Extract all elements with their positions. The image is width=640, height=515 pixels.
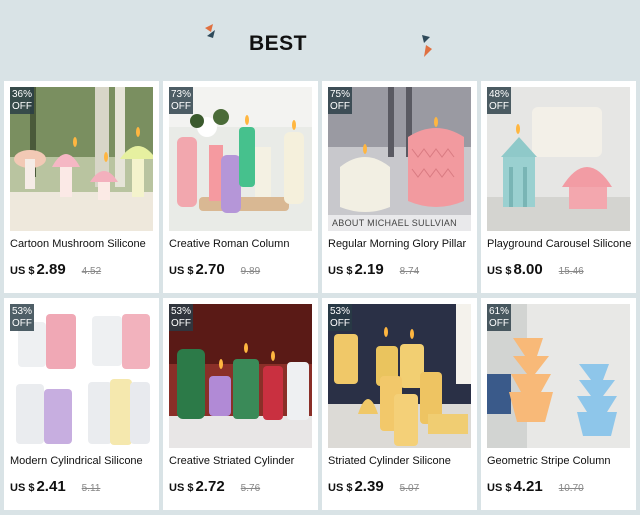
original-price: 8.74 — [399, 266, 420, 277]
currency-label: US $ — [328, 482, 353, 494]
product-card[interactable]: 75% OFF ABOUT MICHAEL SULLVIAN Regular Mo… — [322, 81, 477, 293]
currency-label: US $ — [169, 265, 194, 277]
price-row: US $ 2.89 4.52 — [10, 261, 153, 278]
product-image[interactable]: 53% OFF — [328, 304, 471, 448]
product-card[interactable]: 61% OFF Geometric Stripe Column US $ 4.21… — [481, 298, 636, 510]
currency-label: US $ — [169, 482, 194, 494]
product-card[interactable]: 53% OFF Striated Cylinder Silicone US $ 2… — [322, 298, 477, 510]
currency-label: US $ — [487, 482, 512, 494]
discount-badge: 61% OFF — [487, 304, 511, 331]
product-image[interactable]: 53% OFF — [169, 304, 312, 448]
original-price: 5.07 — [399, 483, 420, 494]
product-card[interactable]: 53% OFF Creative Striated Cylinder US $ 2… — [163, 298, 318, 510]
product-image[interactable]: 73% OFF — [169, 87, 312, 231]
product-name[interactable]: Creative Striated Cylinder — [169, 455, 314, 467]
discount-badge: 48% OFF — [487, 87, 511, 114]
discount-badge: 53% OFF — [169, 304, 193, 331]
product-name[interactable]: Modern Cylindrical Silicone — [10, 455, 155, 467]
product-name[interactable]: Playground Carousel Silicone — [487, 238, 632, 250]
price-row: US $ 4.21 10.70 — [487, 478, 630, 495]
original-price: 5.76 — [240, 483, 261, 494]
page-title: BEST — [248, 32, 307, 55]
discount-badge: 53% OFF — [328, 304, 352, 331]
price-row: US $ 2.41 5.11 — [10, 478, 153, 495]
original-price: 9.89 — [240, 266, 261, 277]
product-card[interactable]: 53% OFF Modern Cylindrical Silicone US $ … — [4, 298, 159, 510]
original-price: 5.11 — [81, 483, 101, 494]
discount-badge: 36% OFF — [10, 87, 34, 114]
sale-price: 2.41 — [36, 478, 66, 495]
product-card[interactable]: 73% OFF Creative Roman Column US $ 2.70 9… — [163, 81, 318, 293]
original-price: 10.70 — [558, 483, 584, 494]
discount-badge: 53% OFF — [10, 304, 34, 331]
sale-price: 2.70 — [195, 261, 225, 278]
product-image[interactable]: 53% OFF — [10, 304, 153, 448]
sale-price: 4.21 — [513, 478, 543, 495]
product-image[interactable]: 48% OFF — [487, 87, 630, 231]
price-row: US $ 2.72 5.76 — [169, 478, 312, 495]
product-image[interactable]: 75% OFF ABOUT MICHAEL SULLVIAN — [328, 87, 471, 231]
product-name[interactable]: Striated Cylinder Silicone — [328, 455, 473, 467]
product-grid: 36% OFF Cartoon Mushroom Silicone US $ 2.… — [4, 81, 640, 510]
product-name[interactable]: Cartoon Mushroom Silicone — [10, 238, 155, 250]
product-image[interactable]: 61% OFF — [487, 304, 630, 448]
price-row: US $ 2.19 8.74 — [328, 261, 471, 278]
sale-price: 8.00 — [513, 261, 543, 278]
currency-label: US $ — [487, 265, 512, 277]
product-image[interactable]: 36% OFF — [10, 87, 153, 231]
sale-price: 2.39 — [354, 478, 384, 495]
sale-price: 2.19 — [354, 261, 384, 278]
price-row: US $ 2.39 5.07 — [328, 478, 471, 495]
original-price: 4.52 — [81, 266, 102, 277]
product-name[interactable]: Regular Morning Glory Pillar — [328, 238, 473, 250]
currency-label: US $ — [10, 265, 35, 277]
original-price: 15.46 — [558, 266, 584, 277]
product-card[interactable]: 48% OFF Playground Carousel Silicone US $… — [481, 81, 636, 293]
discount-badge: 73% OFF — [169, 87, 193, 114]
price-row: US $ 2.70 9.89 — [169, 261, 312, 278]
watermark-text: ABOUT MICHAEL SULLVIAN — [332, 218, 457, 228]
decorative-triangles-right-icon — [422, 35, 432, 57]
product-card[interactable]: 36% OFF Cartoon Mushroom Silicone US $ 2.… — [4, 81, 159, 293]
currency-label: US $ — [10, 482, 35, 494]
section-header: BEST — [0, 0, 640, 80]
product-name[interactable]: Geometric Stripe Column — [487, 455, 632, 467]
sale-price: 2.72 — [195, 478, 225, 495]
product-name[interactable]: Creative Roman Column — [169, 238, 314, 250]
price-row: US $ 8.00 15.46 — [487, 261, 630, 278]
currency-label: US $ — [328, 265, 353, 277]
discount-badge: 75% OFF — [328, 87, 352, 114]
sale-price: 2.89 — [36, 261, 66, 278]
